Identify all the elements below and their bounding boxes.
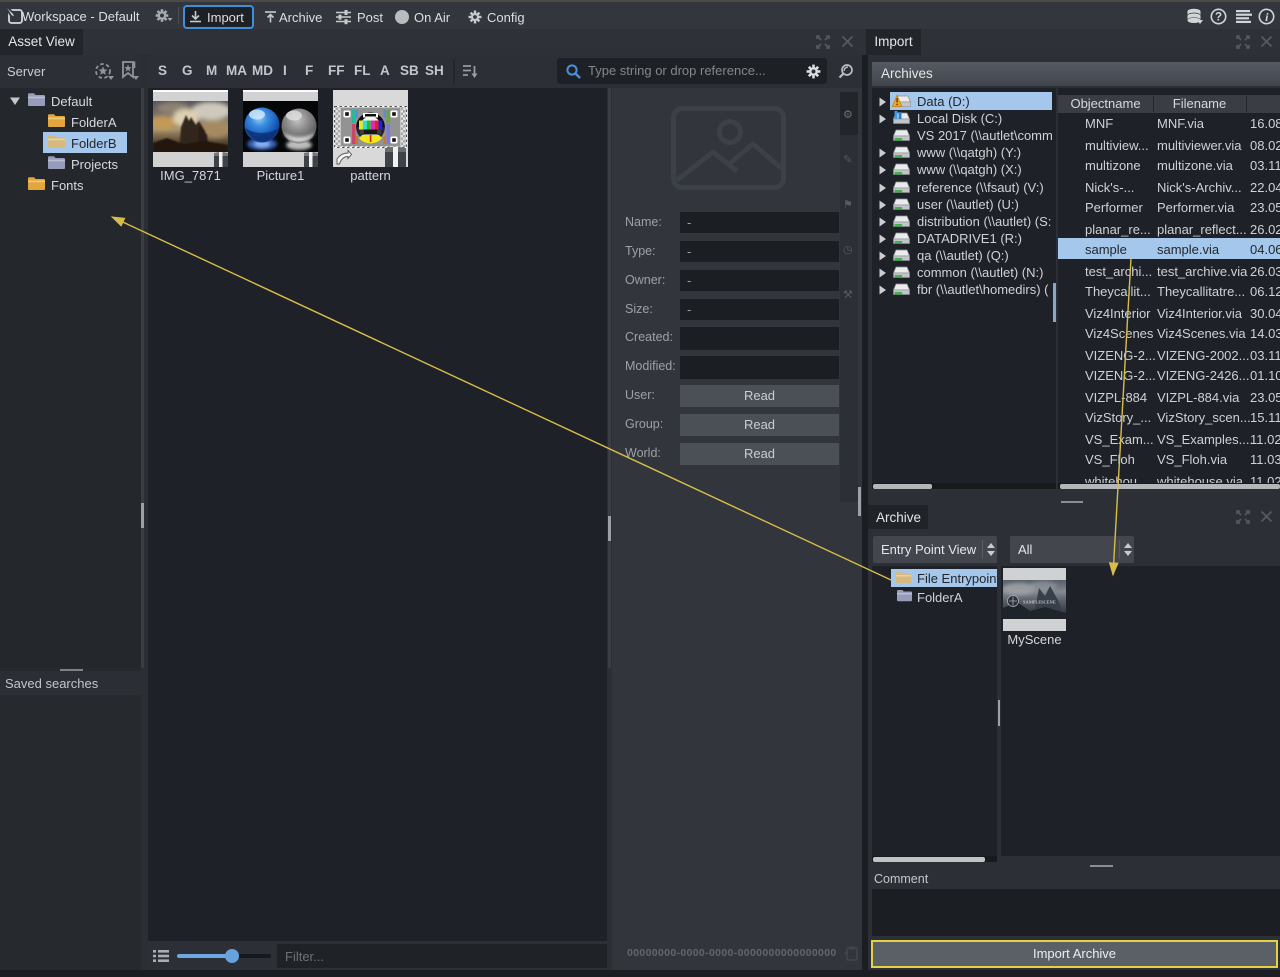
svg-text:SAMPLESCENE: SAMPLESCENE bbox=[1023, 600, 1056, 605]
svg-text:i: i bbox=[1265, 10, 1269, 24]
svg-text:?: ? bbox=[1215, 12, 1222, 24]
